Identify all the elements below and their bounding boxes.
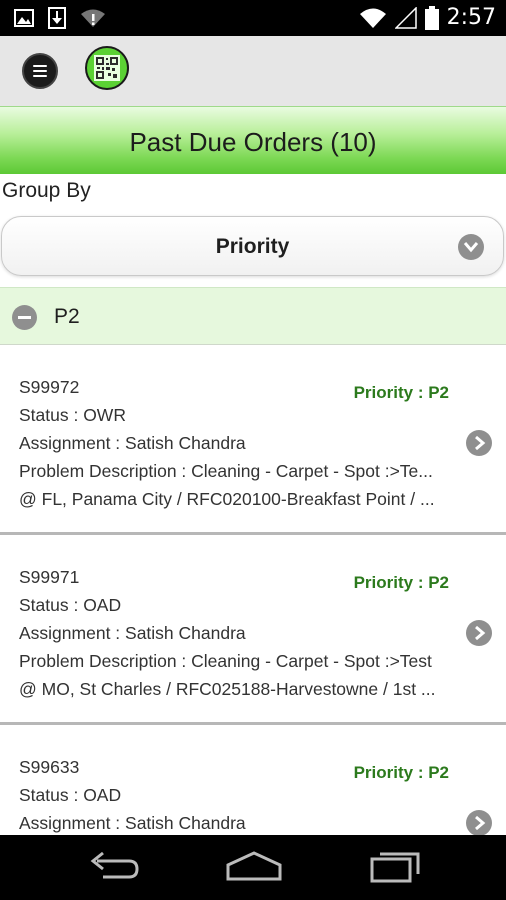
order-id: S99971	[19, 567, 80, 587]
home-button[interactable]	[224, 849, 284, 885]
menu-icon	[33, 65, 47, 80]
order-priority: Priority : P2	[353, 383, 449, 402]
order-status: Status : OAD	[19, 595, 122, 615]
recents-button[interactable]	[366, 849, 426, 885]
menu-button[interactable]	[22, 53, 58, 89]
chevron-right-icon[interactable]	[466, 620, 492, 646]
order-status: Status : OWR	[19, 405, 126, 425]
order-item[interactable]: S99972 Status : OWR Assignment : Satish …	[0, 345, 506, 535]
orders-list: S99972 Status : OWR Assignment : Satish …	[0, 345, 506, 835]
collapse-icon	[12, 305, 37, 330]
order-status: Status : OAD	[19, 785, 122, 805]
signal-icon	[394, 6, 417, 29]
group-by-select[interactable]: Priority	[1, 216, 504, 276]
chevron-right-icon[interactable]	[466, 430, 492, 456]
order-location: @ FL, Panama City / RFC020100-Breakfast …	[19, 489, 435, 509]
order-assignment: Assignment : Satish Chandra	[19, 813, 246, 833]
group-label: P2	[54, 305, 80, 328]
app-toolbar	[0, 36, 506, 106]
back-button[interactable]	[83, 849, 143, 885]
recents-icon	[370, 852, 420, 883]
chevron-down-icon	[458, 234, 484, 260]
home-icon	[226, 851, 282, 881]
group-header-p2[interactable]: P2	[0, 287, 506, 345]
status-bar: 2:57	[0, 0, 506, 36]
download-icon	[48, 7, 66, 29]
page-header: Past Due Orders (10)	[0, 106, 506, 174]
clock: 2:57	[446, 5, 496, 30]
order-assignment: Assignment : Satish Chandra	[19, 433, 246, 453]
order-location: @ MO, St Charles / RFC025188-Harvestowne…	[19, 679, 436, 699]
wifi-icon	[359, 8, 386, 28]
system-nav-bar	[0, 835, 506, 900]
order-id: S99633	[19, 757, 80, 777]
back-icon	[90, 851, 139, 879]
order-priority: Priority : P2	[353, 573, 449, 592]
wifi-alert-icon	[81, 9, 105, 27]
page-title: Past Due Orders (10)	[129, 127, 377, 157]
order-priority: Priority : P2	[353, 763, 449, 782]
order-item[interactable]: S99971 Status : OAD Assignment : Satish …	[0, 535, 506, 725]
battery-icon	[424, 5, 439, 30]
chevron-right-icon[interactable]	[466, 810, 492, 835]
order-problem: Problem Description : Cleaning - Carpet …	[19, 461, 433, 481]
image-icon	[14, 9, 34, 27]
order-item[interactable]: S99633 Status : OAD Assignment : Satish …	[0, 725, 506, 835]
group-by-selected-value: Priority	[215, 235, 290, 258]
order-assignment: Assignment : Satish Chandra	[19, 623, 246, 643]
group-by-label: Group By	[2, 179, 91, 202]
order-id: S99972	[19, 377, 80, 397]
qr-scan-button[interactable]	[85, 46, 129, 90]
order-problem: Problem Description : Cleaning - Carpet …	[19, 651, 432, 671]
qr-code-icon	[94, 55, 120, 81]
